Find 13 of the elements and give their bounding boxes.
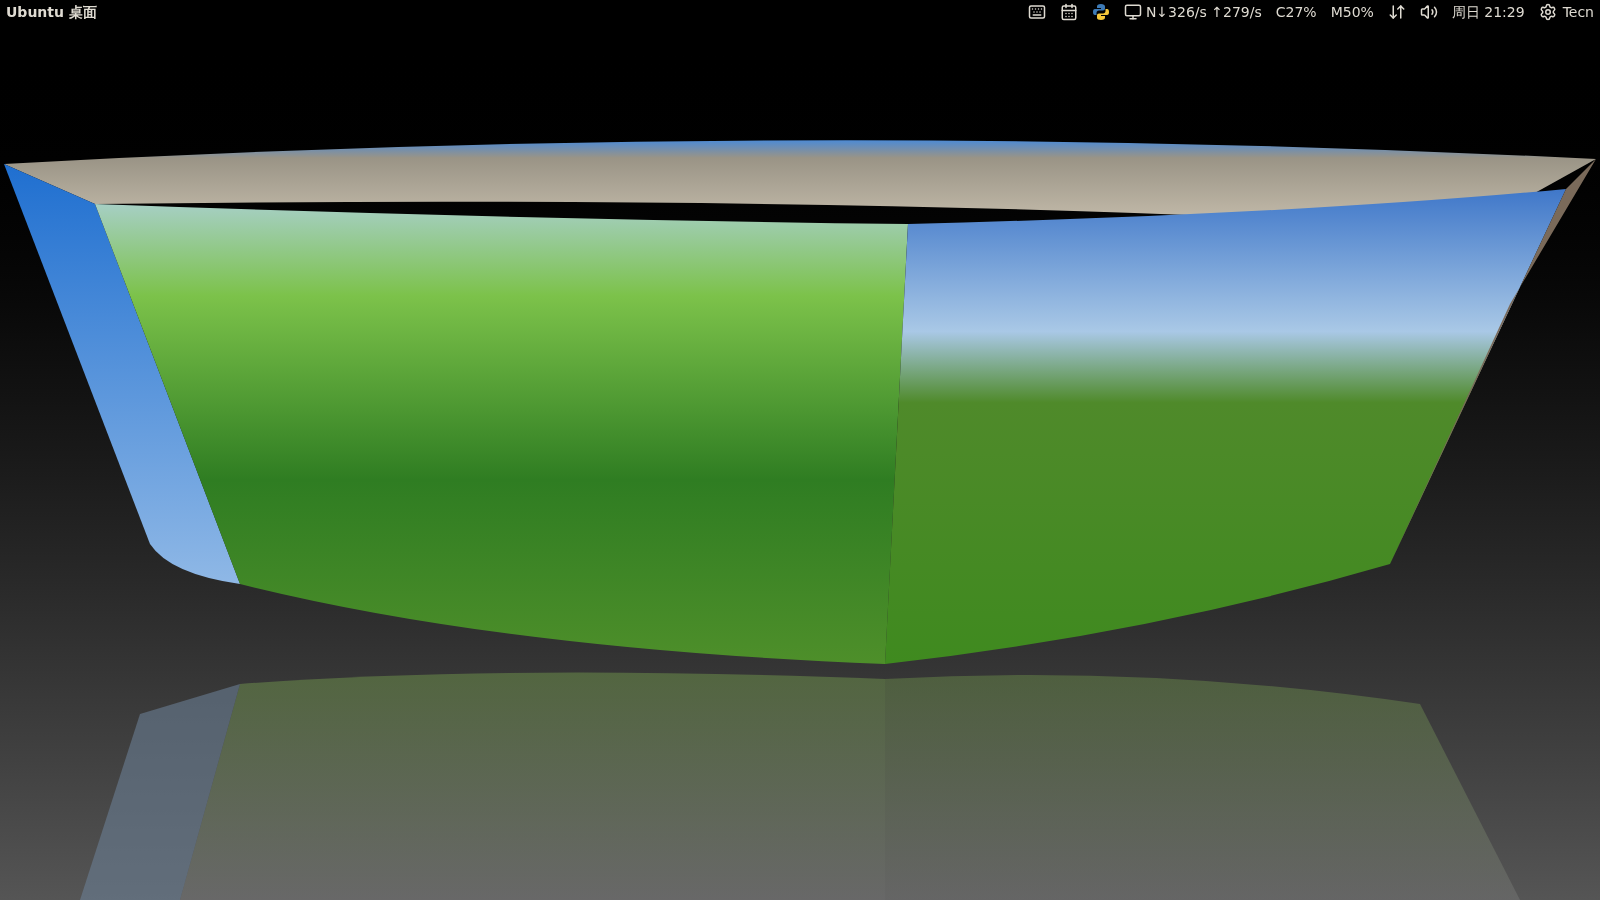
network-icon[interactable] <box>1387 3 1406 21</box>
memory-usage-text: M50% <box>1330 2 1374 22</box>
monitor-icon[interactable] <box>1123 3 1142 21</box>
keyboard-icon[interactable] <box>1027 3 1046 21</box>
python-logo-icon[interactable] <box>1091 3 1110 21</box>
network-speed-text: N↓326/s ↑279/s <box>1145 2 1262 22</box>
cpu-usage-text: C27% <box>1275 2 1317 22</box>
window-title: Ubuntu 桌面 <box>6 2 97 22</box>
volume-icon[interactable] <box>1419 3 1438 21</box>
user-name-text[interactable]: Tecn <box>1562 1 1594 23</box>
clock-text[interactable]: 周日 21:29 <box>1451 1 1525 23</box>
settings-icon[interactable] <box>1538 3 1557 21</box>
calendar-icon[interactable] <box>1059 3 1078 21</box>
